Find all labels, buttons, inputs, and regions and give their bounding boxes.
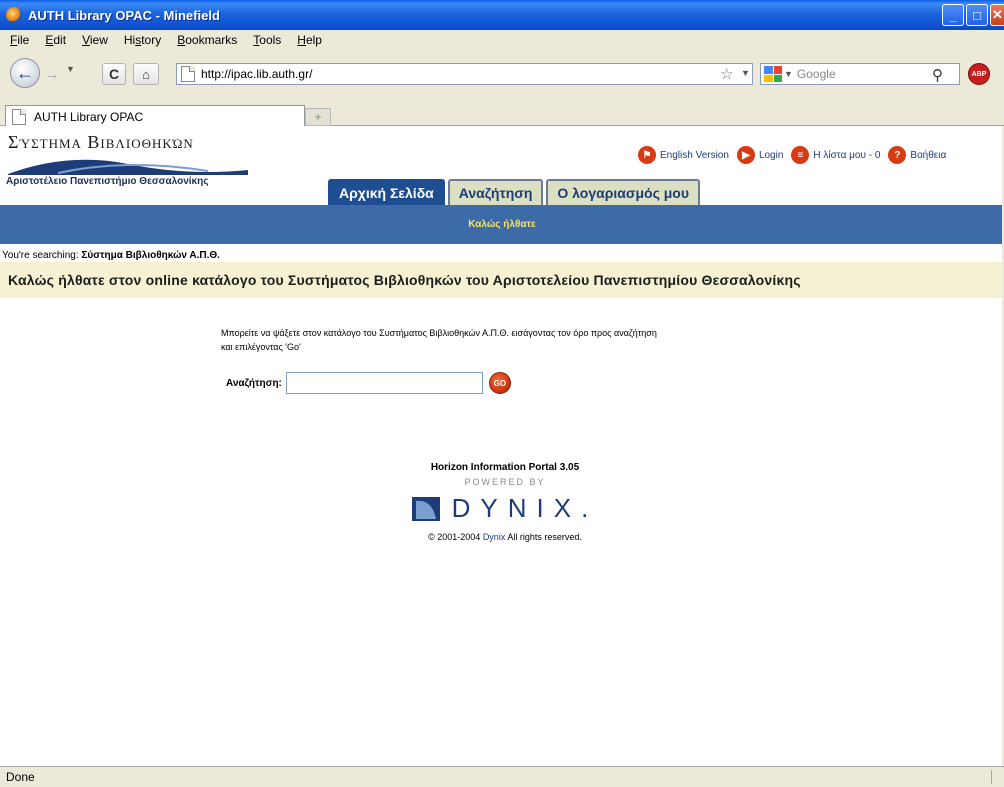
list-icon: ≡ [791, 146, 810, 164]
url-text: http://ipac.lib.auth.gr/ [201, 67, 313, 81]
my-list-link[interactable]: Η λίστα μου - 0 [813, 150, 880, 161]
go-button[interactable]: GO [488, 372, 511, 394]
reload-icon: C [108, 66, 120, 82]
menu-tools[interactable]: Tools [245, 33, 289, 47]
dynix-mark-icon [411, 496, 440, 521]
minefield-app-icon [6, 7, 22, 23]
portal-version: Horizon Information Portal 3.05 [430, 462, 580, 473]
tab-my-account[interactable]: Ο λογαριασμός μου [546, 179, 701, 205]
back-button[interactable]: ← [10, 58, 40, 88]
status-bar: Done [0, 766, 1004, 787]
header-links: ⚑ English Version ▶ Login ≡ Η λίστα μου … [638, 146, 950, 164]
forward-arrow-icon: → [45, 66, 59, 82]
window-title: AUTH Library OPAC - Minefield [28, 7, 220, 23]
flag-icon: ⚑ [638, 146, 656, 164]
navigation-toolbar: ← → ▼ C ⌂ http://ipac.lib.auth.gr/ ☆ ▼ ▼… [0, 50, 1004, 96]
footer: Horizon Information Portal 3.05 POWERED … [340, 462, 670, 542]
dynix-logo: DYNIX. [340, 493, 670, 524]
menu-view[interactable]: View [74, 33, 116, 47]
reload-button[interactable]: C [102, 63, 126, 85]
magnifier-search-icon[interactable]: ⚲ [932, 66, 943, 84]
site-nav-tabs: Αρχική Σελίδα Αναζήτηση Ο λογαριασμός μο… [328, 179, 701, 205]
new-tab-button[interactable]: + [305, 108, 331, 126]
search-placeholder: Google [796, 67, 836, 81]
browser-tab-active[interactable]: AUTH Library OPAC [5, 105, 305, 127]
menu-edit[interactable]: Edit [37, 33, 74, 47]
chevron-down-icon: ▼ [66, 64, 75, 74]
tab-search[interactable]: Αναζήτηση [447, 179, 544, 205]
powered-by: POWERED BY [464, 477, 546, 487]
back-arrow-icon: ← [16, 62, 34, 83]
minimize-button[interactable]: _ [942, 4, 964, 26]
copyright: © 2001-2004 Dynix All rights reserved. [428, 532, 582, 542]
site-header: Σύστημα Βιβλιοθηκών Αριστοτέλειο Πανεπισ… [0, 126, 1004, 205]
close-button[interactable]: ✕ [990, 4, 1004, 26]
searching-library: Σύστημα Βιβλιοθηκών Α.Π.Θ. [81, 250, 220, 261]
bookmark-star-icon[interactable]: ☆ [720, 65, 733, 83]
welcome-banner-text: Καλώς ήλθατε [468, 219, 536, 230]
play-arrow-icon: ▶ [736, 146, 755, 164]
library-logo-swoosh-icon [8, 159, 248, 175]
library-logo-title: Σύστημα Βιβλιοθηκών [8, 132, 194, 152]
search-instructions: Μπορείτε να ψάξετε στον κατάλογο του Συσ… [221, 328, 657, 352]
status-text: Done [6, 770, 35, 784]
search-label: Αναζήτηση: [226, 377, 282, 389]
menu-bookmarks[interactable]: Bookmarks [169, 33, 245, 47]
browser-tab-strip: AUTH Library OPAC + [0, 96, 1004, 127]
menu-help[interactable]: Help [289, 33, 330, 47]
menu-bar: File Edit View History Bookmarks Tools H… [0, 30, 1004, 50]
tab-page-icon [12, 108, 26, 125]
google-logo-icon [764, 66, 782, 82]
web-search-box[interactable]: ▼ Google [760, 63, 960, 85]
window-title-bar[interactable]: AUTH Library OPAC - Minefield _ □ ✕ [0, 0, 1004, 30]
search-engine-chevron-icon[interactable]: ▼ [784, 69, 793, 79]
window-controls: _ □ ✕ [942, 4, 1004, 26]
url-dropdown-chevron-icon[interactable]: ▼ [741, 68, 750, 78]
history-dropdown-button[interactable]: ▼ [66, 64, 75, 74]
search-form: Αναζήτηση: GO [226, 372, 511, 394]
dynix-wordmark: DYNIX. [451, 493, 599, 523]
url-bar[interactable]: http://ipac.lib.auth.gr/ [176, 63, 753, 85]
home-button[interactable]: ⌂ [133, 63, 159, 85]
tab-home[interactable]: Αρχική Σελίδα [328, 179, 445, 205]
adblock-plus-icon[interactable]: ABP [968, 63, 990, 85]
help-question-icon: ? [888, 146, 907, 164]
library-logo-subtitle: Αριστοτέλειο Πανεπιστήμιο Θεσσαλονίκης [6, 176, 209, 187]
page-content: Σύστημα Βιβλιοθηκών Αριστοτέλειο Πανεπισ… [0, 126, 1004, 766]
login-link[interactable]: Login [759, 150, 783, 161]
dynix-link[interactable]: Dynix [483, 532, 506, 542]
welcome-title-bar: Καλώς ήλθατε στον online κατάλογο του Συ… [0, 262, 1004, 298]
search-input[interactable] [285, 372, 483, 394]
help-link[interactable]: Βοήθεια [910, 150, 946, 161]
english-version-link[interactable]: English Version [660, 150, 729, 161]
maximize-button[interactable]: □ [966, 4, 988, 26]
menu-file[interactable]: File [2, 33, 37, 47]
tab-label: AUTH Library OPAC [34, 109, 144, 124]
status-divider [991, 770, 992, 784]
menu-history[interactable]: History [116, 33, 169, 47]
page-icon [181, 66, 195, 82]
welcome-banner: Καλώς ήλθατε [0, 205, 1004, 244]
searching-indicator: You're searching: Σύστημα Βιβλιοθηκών Α.… [2, 250, 220, 261]
forward-button[interactable]: → [41, 63, 63, 85]
home-icon: ⌂ [142, 66, 150, 82]
page-title: Καλώς ήλθατε στον online κατάλογο του Συ… [8, 272, 801, 288]
